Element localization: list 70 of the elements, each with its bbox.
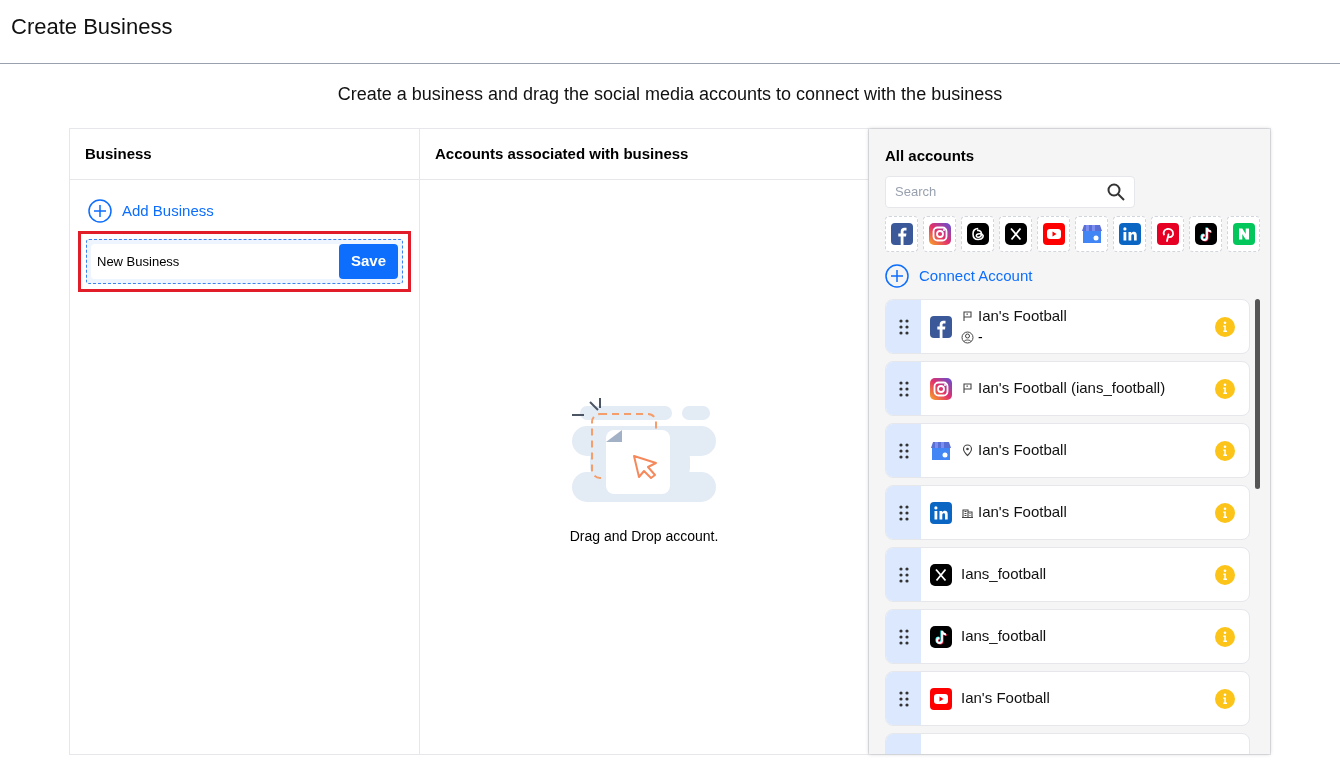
building-icon [961,506,974,519]
x-logo-icon [930,563,952,586]
account-card[interactable]: Ians_football [885,609,1250,664]
column-heading: Business [85,143,152,164]
connect-account-button[interactable]: Connect Account [885,264,1033,288]
facebook-icon [930,315,952,338]
drag-handle-icon[interactable] [886,672,921,725]
linkedin-icon [1118,223,1141,245]
column-heading: Accounts associated with business [435,143,689,164]
threads-icon [966,223,989,245]
n-logo-icon [1232,223,1255,245]
instagram-icon [928,223,951,245]
account-name: Ians_football [961,626,1047,647]
account-card[interactable]: Ian's Football [885,423,1250,478]
save-button[interactable]: Save [338,244,398,279]
drag-handle-icon[interactable] [886,424,921,477]
storefront-icon [930,439,952,462]
page-title: Create Business [11,13,173,41]
platform-filter-button[interactable] [1189,216,1222,252]
instagram-icon [930,377,952,400]
business-name-field[interactable]: New Business [91,244,339,279]
linkedin-icon [930,501,952,524]
drag-handle-icon[interactable] [886,300,921,353]
page-subtitle: Create a business and drag the social media accounts to connect with the business [337,83,1003,106]
drag-handle-icon[interactable] [886,362,921,415]
info-icon[interactable] [1214,378,1235,399]
pinterest-icon [1156,223,1179,245]
platform-filter-button[interactable] [961,216,994,252]
info-icon[interactable] [1214,626,1235,647]
flag-icon [961,382,974,395]
column-heading: All accounts [885,146,976,166]
account-name: Ian's Football (ians_football) [978,378,1166,399]
scrollbar[interactable] [1254,299,1260,489]
account-name: Ian's Football [978,440,1067,461]
drag-handle-icon[interactable] [886,610,921,663]
account-card[interactable]: Ian's Football [885,485,1250,540]
account-card[interactable]: Ian's Football - [885,299,1250,354]
account-name: Ian's Football [961,688,1050,709]
search-field[interactable]: Search [885,175,1135,208]
tiktok-icon [1194,223,1217,245]
add-business-button[interactable]: Add Business [88,199,214,223]
info-icon[interactable] [1214,564,1235,585]
info-icon[interactable] [1214,688,1235,709]
info-icon[interactable] [1214,440,1235,461]
platform-filter-button[interactable] [885,216,918,252]
tiktok-icon [930,625,952,648]
account-name: Ian's Football [978,305,1067,326]
info-icon[interactable] [1214,502,1235,523]
account-card[interactable]: Ians_football [885,547,1250,602]
platform-filter-button[interactable] [999,216,1032,252]
facebook-icon [890,223,913,245]
info-icon[interactable] [1214,316,1235,337]
account-detail: - [978,328,983,348]
plus-circle-icon [885,264,909,288]
drag-handle-icon[interactable] [886,548,921,601]
account-name: Ian's Football [978,502,1067,523]
drag-handle-icon[interactable] [886,486,921,539]
x-logo-icon [1004,223,1027,245]
empty-state-text: Drag and Drop account. [569,527,719,546]
account-card[interactable]: Ian's Football (ians_football) [885,361,1250,416]
youtube-icon [930,687,952,710]
plus-circle-icon [88,199,112,223]
youtube-icon [1042,223,1065,245]
location-pin-icon [961,444,974,457]
flag-icon [961,309,974,323]
account-name: Ians_football [961,564,1047,585]
account-card[interactable]: Ian's Football [885,671,1250,726]
search-icon [1107,182,1125,201]
user-circle-icon [961,331,974,345]
storefront-icon [1080,223,1103,245]
